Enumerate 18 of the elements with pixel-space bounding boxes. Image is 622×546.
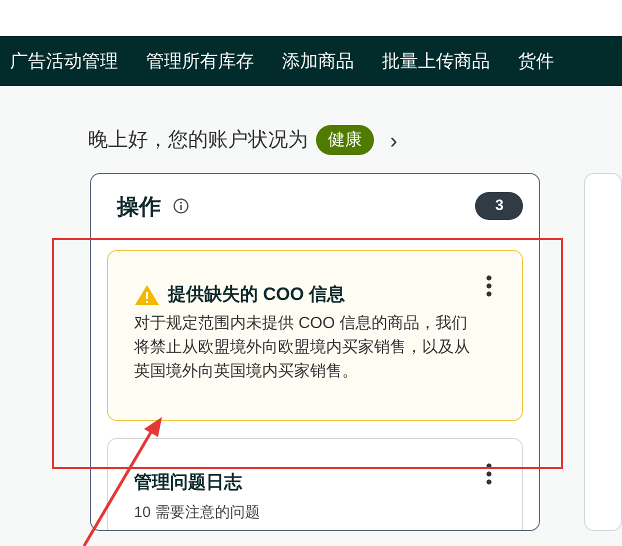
card-title[interactable]: 提供缺失的 COO 信息 <box>168 281 346 308</box>
more-options-icon[interactable] <box>486 463 492 485</box>
status-badge: 健康 <box>316 125 374 155</box>
card-title[interactable]: 管理问题日志 <box>134 469 498 496</box>
info-icon[interactable] <box>173 198 189 214</box>
nav-link[interactable]: 货件 <box>518 48 554 74</box>
nav-link[interactable]: 广告活动管理 <box>10 48 118 74</box>
card-description: 对于规定范围内未提供 COO 信息的商品，我们将禁止从欧盟境外向欧盟境内买家销售，以及从英国境外向英国境内买家销售。 <box>134 314 471 382</box>
nav-link[interactable]: 批量上传商品 <box>382 48 490 74</box>
warning-icon <box>134 284 160 306</box>
nav-link[interactable]: 管理所有库存 <box>146 48 254 74</box>
section-title: 操作 <box>117 192 161 220</box>
issue-count: 10 需要注意的问题 <box>134 503 261 523</box>
more-options-icon[interactable] <box>486 275 492 297</box>
nav-link[interactable]: 添加商品 <box>282 48 354 74</box>
greeting-text: 晚上好，您的账户状况为 <box>88 128 308 153</box>
chevron-icon[interactable]: › <box>390 124 398 156</box>
count-badge: 3 <box>475 192 524 220</box>
